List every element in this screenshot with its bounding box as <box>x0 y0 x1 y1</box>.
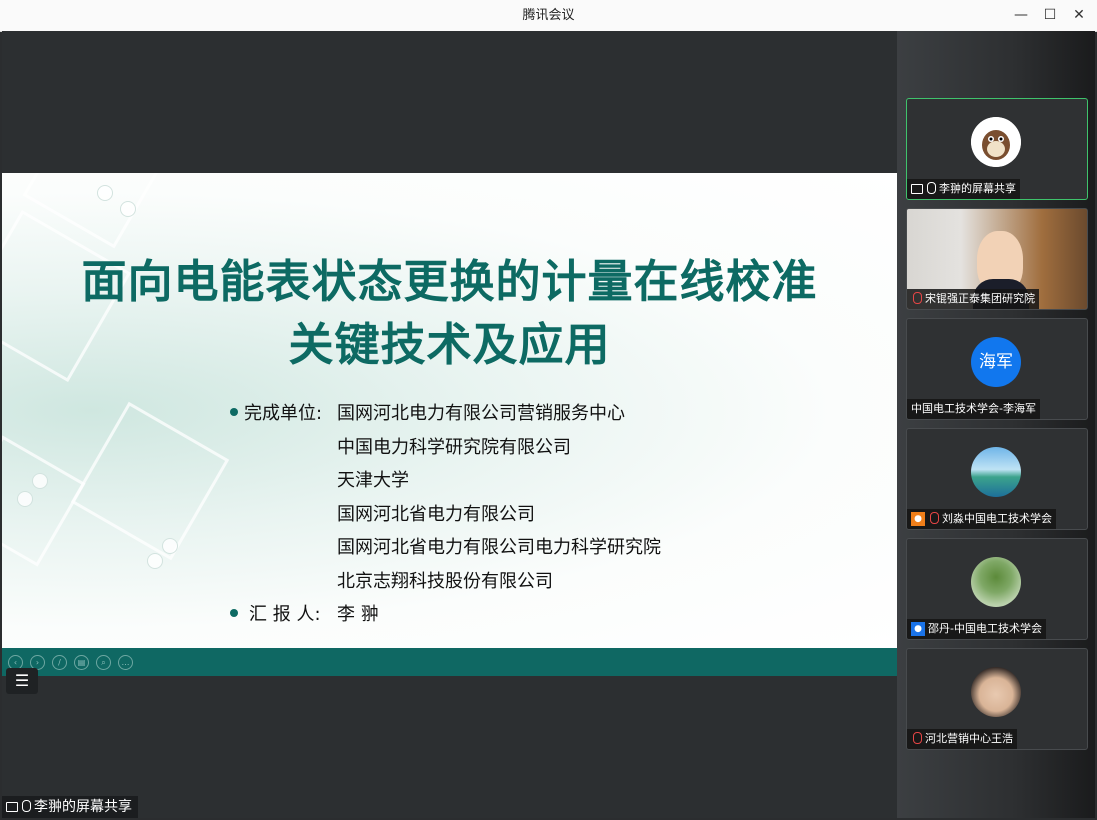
unit-item: 北京志翔科技股份有限公司 <box>337 571 553 592</box>
window-title: 腾讯会议 <box>522 8 575 23</box>
microphone-muted-icon <box>913 292 922 304</box>
unit-item: 天津大学 <box>337 470 409 491</box>
avatar <box>971 447 1021 497</box>
participant-tile[interactable]: ● 邵丹-中国电工技术学会 <box>906 538 1088 640</box>
shared-screen-stage: 面向电能表状态更换的计量在线校准 关键技术及应用 完成单位: 国网河北电力有限公… <box>2 31 897 818</box>
dot-decoration <box>120 201 136 217</box>
participant-tile[interactable]: ● 刘淼中国电工技术学会 <box>906 428 1088 530</box>
more-icon[interactable]: … <box>118 655 133 670</box>
user-icon: ● <box>911 512 925 526</box>
minimize-button[interactable]: — <box>1008 4 1034 26</box>
menu-list-button[interactable]: ☰ <box>6 668 38 694</box>
microphone-muted-icon <box>913 732 922 744</box>
dot-decoration <box>32 473 48 489</box>
participant-label: 河北营销中心王浩 <box>907 729 1017 749</box>
user-icon: ● <box>911 622 925 636</box>
participant-label: ● 刘淼中国电工技术学会 <box>907 509 1056 529</box>
participant-tile[interactable]: 海军 中国电工技术学会-李海军 <box>906 318 1088 420</box>
dot-decoration <box>147 553 163 569</box>
units-label: 完成单位: <box>244 403 323 424</box>
microphone-muted-icon <box>930 512 939 524</box>
screen-share-icon <box>6 802 18 812</box>
screen-share-label: 李翀的屏幕共享 <box>2 796 138 818</box>
screen-share-icon <box>911 184 923 194</box>
participant-tile[interactable]: 李翀的屏幕共享 <box>906 98 1088 200</box>
unit-item: 国网河北电力有限公司营销服务中心 <box>337 403 625 424</box>
avatar <box>971 117 1021 167</box>
participant-tile[interactable]: 宋锟强正泰集团研究院 <box>906 208 1088 310</box>
unit-item: 中国电力科学研究院有限公司 <box>337 437 571 458</box>
unit-item: 国网河北省电力有限公司电力科学研究院 <box>337 537 661 558</box>
slide-title-line1: 面向电能表状态更换的计量在线校准 <box>81 255 818 308</box>
presentation-slide: 面向电能表状态更换的计量在线校准 关键技术及应用 完成单位: 国网河北电力有限公… <box>2 173 897 648</box>
bullet-icon <box>230 609 238 617</box>
dot-decoration <box>17 491 33 507</box>
maximize-button[interactable]: ☐ <box>1037 4 1063 26</box>
avatar: 海军 <box>971 337 1021 387</box>
bullet-icon <box>230 408 238 416</box>
title-bar: 腾讯会议 — ☐ ✕ <box>0 0 1097 32</box>
participant-sidebar: 李翀的屏幕共享 宋锟强正泰集团研究院 海军 中国电工技术学会-李海军 ● 刘淼中国… <box>897 31 1095 818</box>
slides-icon[interactable]: ▤ <box>74 655 89 670</box>
participant-label: 中国电工技术学会-李海军 <box>907 399 1040 419</box>
reporter-label: 汇 报 人: <box>249 604 321 625</box>
participant-label: 李翀的屏幕共享 <box>907 179 1020 199</box>
avatar <box>971 557 1021 607</box>
share-label-text: 李翀的屏幕共享 <box>34 799 132 815</box>
hexagon-decoration <box>70 401 230 561</box>
hexagon-decoration <box>2 435 86 567</box>
close-button[interactable]: ✕ <box>1066 4 1092 26</box>
dot-decoration <box>97 185 113 201</box>
slide-footer-bar <box>2 648 897 676</box>
slide-title-line2: 关键技术及应用 <box>288 318 611 371</box>
reporter-name: 李 翀 <box>337 604 379 625</box>
pen-icon[interactable]: / <box>52 655 67 670</box>
avatar <box>971 667 1021 717</box>
microphone-icon <box>22 800 31 812</box>
unit-item: 国网河北省电力有限公司 <box>337 504 535 525</box>
microphone-icon <box>927 182 936 194</box>
zoom-icon[interactable]: ⌕ <box>96 655 111 670</box>
participant-label: ● 邵丹-中国电工技术学会 <box>907 619 1046 639</box>
dot-decoration <box>162 538 178 554</box>
participant-label: 宋锟强正泰集团研究院 <box>907 289 1039 309</box>
participant-tile[interactable]: 河北营销中心王浩 <box>906 648 1088 750</box>
